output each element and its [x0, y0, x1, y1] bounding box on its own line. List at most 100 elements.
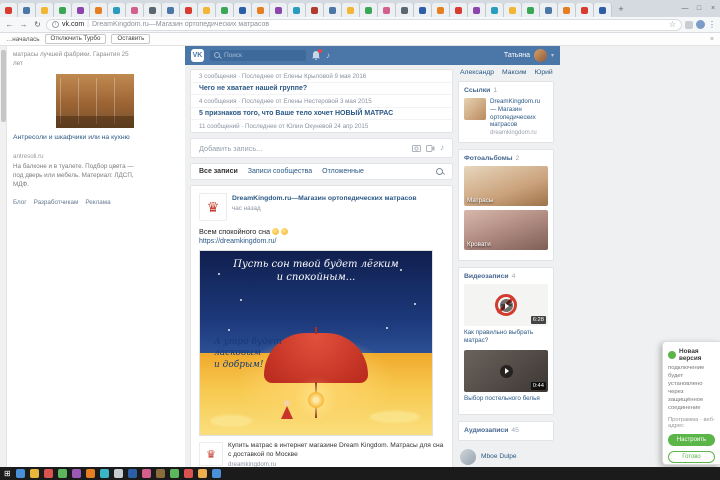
browser-tab[interactable]	[306, 3, 324, 17]
left-scrollbar-thumb[interactable]	[1, 50, 6, 122]
infobar-close-icon[interactable]: ×	[710, 36, 714, 43]
sidebar-top-link[interactable]: Юрий	[534, 69, 552, 76]
video-thumbnail[interactable]: 0:44	[464, 349, 548, 392]
browser-tab[interactable]	[468, 3, 486, 17]
contact-item[interactable]: Mboe Dulpe	[458, 447, 554, 467]
popup-primary-button[interactable]: Настроить	[668, 433, 715, 446]
browser-tab[interactable]	[576, 3, 594, 17]
music-icon[interactable]: ♪	[326, 51, 330, 60]
audios-header[interactable]: Аудиозаписи 45	[464, 427, 548, 434]
albums-header[interactable]: Фотоальбомы 2	[464, 155, 548, 162]
taskbar-app-icon[interactable]	[29, 469, 39, 478]
maximize-icon[interactable]: □	[692, 5, 706, 12]
video-title[interactable]: Как правильно выбрать матрас?	[464, 329, 548, 345]
browser-tab[interactable]	[72, 3, 90, 17]
browser-tab[interactable]	[234, 3, 252, 17]
browser-tab[interactable]	[522, 3, 540, 17]
taskbar-app-icon[interactable]	[99, 469, 109, 478]
post-image[interactable]: Пусть сон твой будет лёгким и спокойным.…	[199, 250, 433, 436]
compose-box[interactable]: Добавить запись... ♪	[190, 138, 453, 158]
taskbar-app-icon[interactable]	[113, 469, 123, 478]
browser-tab[interactable]	[288, 3, 306, 17]
user-menu[interactable]: Татьяна ▾	[504, 49, 554, 62]
extension-icon[interactable]	[685, 20, 693, 29]
vk-logo[interactable]: VK	[191, 49, 204, 62]
video-thumbnail[interactable]: 6:28	[464, 284, 548, 326]
left-ad-title[interactable]: Антресоли и шкафчики или на кухню	[13, 134, 143, 143]
kitchen-cabinet-image[interactable]	[56, 74, 134, 128]
links-header[interactable]: Ссылки 1	[464, 87, 548, 94]
contact-name[interactable]: Mboe Dulpe	[481, 453, 517, 460]
forward-icon[interactable]: →	[18, 20, 29, 29]
browser-tab[interactable]	[126, 3, 144, 17]
taskbar-app-icon[interactable]	[85, 469, 95, 478]
browser-tab[interactable]	[432, 3, 450, 17]
post-author-name[interactable]: DreamKingdom.ru—Магазин ортопедических м…	[232, 195, 417, 203]
video-icon[interactable]	[426, 144, 435, 152]
vk-search[interactable]	[210, 50, 306, 61]
link-attachment[interactable]: ♛ Купить матрас в интернет магазине Drea…	[199, 442, 444, 467]
browser-tab[interactable]	[378, 3, 396, 17]
browser-tab[interactable]	[342, 3, 360, 17]
taskbar-app-icon[interactable]	[15, 469, 25, 478]
album-thumbnail-beds[interactable]: Кровати	[464, 210, 548, 250]
link-item-title[interactable]: DreamKingdom.ru — Магазин ортопедических…	[490, 98, 548, 129]
browser-tab[interactable]	[594, 3, 612, 17]
taskbar-app-icon[interactable]	[211, 469, 221, 478]
post-author-avatar[interactable]: ♛	[199, 193, 227, 221]
disable-turbo-button[interactable]: Отключить Турбо	[44, 34, 107, 44]
browser-tab[interactable]	[396, 3, 414, 17]
footer-link[interactable]: Блог	[13, 199, 27, 206]
keep-turbo-button[interactable]: Оставить	[111, 34, 151, 44]
post-timestamp[interactable]: час назад	[232, 205, 417, 212]
notifications-bell-icon[interactable]	[312, 49, 322, 60]
omnibox[interactable]: i vk.com | DreamKingdom.ru—Магазин ортоп…	[46, 18, 682, 31]
taskbar-app-icon[interactable]	[57, 469, 67, 478]
browser-tab[interactable]	[360, 3, 378, 17]
videos-header[interactable]: Видеозаписи 4	[464, 273, 548, 280]
taskbar-app-icon[interactable]	[43, 469, 53, 478]
tab-postponed[interactable]: Отложенные	[322, 168, 364, 175]
footer-link[interactable]: Реклама	[85, 199, 110, 206]
browser-tab[interactable]	[18, 3, 36, 17]
tab-all-posts[interactable]: Все записи	[199, 168, 238, 175]
discussion-title[interactable]: Чего не хватает нашей группе?	[191, 83, 452, 95]
browser-menu-icon[interactable]: ⋮	[708, 20, 716, 29]
taskbar-app-icon[interactable]	[197, 469, 207, 478]
reload-icon[interactable]: ↻	[32, 20, 43, 29]
browser-tab[interactable]	[270, 3, 288, 17]
browser-tab[interactable]	[324, 3, 342, 17]
browser-tab[interactable]	[198, 3, 216, 17]
attachment-title[interactable]: Купить матрас в интернет магазине Dream …	[228, 442, 444, 459]
browser-tab[interactable]	[108, 3, 126, 17]
link-item[interactable]: DreamKingdom.ru — Магазин ортопедических…	[464, 98, 548, 136]
popup-secondary-button[interactable]: Готово	[668, 450, 715, 463]
back-icon[interactable]: ←	[4, 20, 15, 29]
bookmark-star-icon[interactable]: ☆	[669, 20, 676, 29]
browser-tab[interactable]	[90, 3, 108, 17]
browser-tab[interactable]	[414, 3, 432, 17]
site-info-icon[interactable]: i	[52, 21, 59, 28]
new-tab-button[interactable]: +	[614, 3, 628, 16]
browser-tab[interactable]	[252, 3, 270, 17]
browser-profile-avatar[interactable]	[696, 20, 705, 29]
browser-tab[interactable]	[216, 3, 234, 17]
browser-tab[interactable]	[450, 3, 468, 17]
browser-tab[interactable]	[36, 3, 54, 17]
taskbar-app-icon[interactable]	[71, 469, 81, 478]
browser-tab[interactable]	[504, 3, 522, 17]
footer-link[interactable]: Разработчикам	[34, 199, 79, 206]
wall-search-icon[interactable]	[436, 167, 444, 176]
browser-tab[interactable]	[558, 3, 576, 17]
sidebar-top-link[interactable]: Максим	[502, 69, 526, 76]
audio-attach-icon[interactable]: ♪	[440, 144, 444, 152]
discussion-title[interactable]: 5 признаков того, что Ваше тело хочет НО…	[191, 108, 452, 120]
browser-tab[interactable]	[162, 3, 180, 17]
post-link[interactable]: https://dreamkingdom.ru/	[199, 238, 444, 245]
minimize-icon[interactable]: —	[678, 5, 692, 12]
browser-tab[interactable]	[540, 3, 558, 17]
browser-tab[interactable]	[180, 3, 198, 17]
browser-tab[interactable]	[0, 3, 18, 17]
tab-community-posts[interactable]: Записи сообщества	[248, 168, 312, 175]
left-scrollbar[interactable]	[0, 46, 7, 467]
